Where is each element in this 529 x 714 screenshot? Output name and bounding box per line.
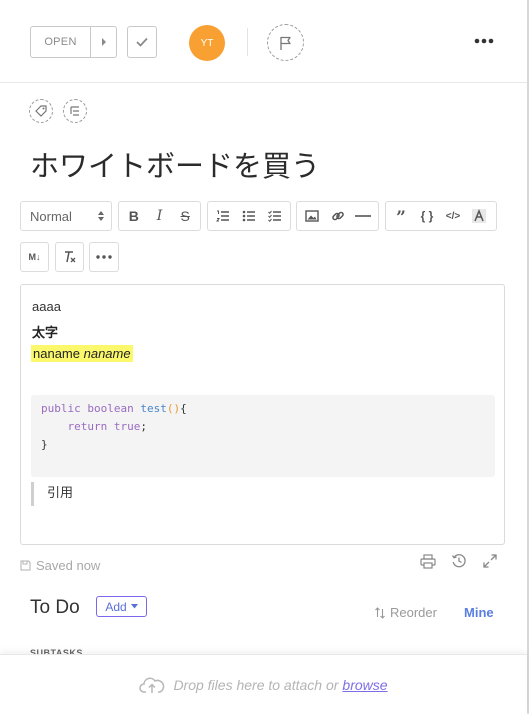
- tag-icon: [35, 105, 47, 117]
- horizontal-rule-button[interactable]: [350, 202, 376, 230]
- flag-icon: [279, 36, 291, 50]
- task-header: OPEN YT: [0, 0, 527, 83]
- image-button[interactable]: [299, 202, 325, 230]
- section-title: To Do: [30, 597, 80, 618]
- italic-button[interactable]: I: [147, 202, 173, 230]
- status-next-button[interactable]: [91, 27, 116, 57]
- code-parens: (): [166, 402, 181, 415]
- highlighted-italic-text: naname: [83, 346, 131, 361]
- code-block: public boolean test(){ return true; }: [31, 395, 495, 477]
- highlighted-line: naname naname: [31, 345, 133, 362]
- insert-group: [296, 201, 379, 231]
- code-braces-icon: { }: [420, 209, 434, 223]
- bold-button[interactable]: B: [121, 202, 147, 230]
- code-keyword: public: [41, 402, 81, 415]
- caret-down-icon: [130, 604, 138, 609]
- code-line-1: public boolean test(){: [41, 400, 485, 418]
- strikethrough-button[interactable]: S: [172, 202, 198, 230]
- code-line-2: return true;: [41, 418, 485, 436]
- task-title[interactable]: ホワイトボードを買う: [30, 143, 320, 185]
- dropzone-text: Drop files here to attach or: [173, 676, 339, 693]
- code-keyword: return: [67, 420, 108, 433]
- highlighted-text: naname: [33, 346, 80, 361]
- markdown-icon: M↓: [28, 252, 41, 262]
- more-icon: [96, 255, 112, 259]
- status-button[interactable]: OPEN: [30, 26, 117, 58]
- inline-code-button[interactable]: </>: [440, 202, 466, 230]
- list-group: [207, 201, 291, 231]
- numbered-list-button[interactable]: [210, 202, 236, 230]
- link-button[interactable]: [325, 202, 351, 230]
- markdown-button[interactable]: M↓: [20, 242, 49, 272]
- complete-button[interactable]: [127, 26, 157, 58]
- more-dots-icon: [474, 38, 494, 44]
- add-label: Add: [105, 599, 127, 614]
- code-keyword: boolean: [87, 402, 134, 415]
- bullet-list-icon: [242, 210, 255, 222]
- checklist-button[interactable]: [262, 202, 288, 230]
- clear-format-icon: [64, 251, 75, 263]
- header-divider: [247, 28, 248, 56]
- description-editor[interactable]: aaaa 太字 naname naname public boolean tes…: [20, 284, 505, 545]
- quote-icon: ”: [396, 207, 406, 228]
- paragraph-line: aaaa: [32, 299, 61, 314]
- toolbar-more-button[interactable]: [89, 242, 119, 272]
- more-options-button[interactable]: [470, 30, 498, 52]
- browse-link[interactable]: browse: [342, 677, 387, 693]
- code-line-3: }: [41, 436, 485, 454]
- cloud-upload-icon: [139, 677, 165, 693]
- expand-icon: [483, 554, 497, 568]
- blockquote: 引用: [31, 482, 73, 506]
- text-style-value: Normal: [30, 208, 72, 224]
- code-semicolon: ;: [140, 420, 147, 433]
- status-label[interactable]: OPEN: [31, 27, 91, 57]
- fullscreen-button[interactable]: [480, 551, 500, 571]
- highlight-button[interactable]: [466, 202, 492, 230]
- code-group: ” { } </>: [385, 201, 497, 231]
- format-group: B I S: [118, 201, 201, 231]
- add-dropdown-button[interactable]: Add: [96, 596, 147, 617]
- code-brace: }: [41, 438, 48, 451]
- caret-right-icon: [101, 38, 106, 46]
- print-icon: [420, 553, 436, 569]
- bold-icon: B: [128, 208, 139, 224]
- reorder-label: Reorder: [390, 605, 437, 620]
- bold-text-line: 太字: [32, 326, 59, 341]
- image-icon: [305, 210, 319, 222]
- add-tag-button[interactable]: [29, 99, 53, 123]
- add-subtask-button[interactable]: [63, 99, 87, 123]
- numbered-list-icon: [216, 210, 229, 222]
- history-button[interactable]: [449, 551, 469, 571]
- print-button[interactable]: [418, 551, 438, 571]
- text-style-select[interactable]: Normal: [20, 201, 112, 231]
- reorder-button[interactable]: Reorder: [374, 605, 437, 620]
- checklist-icon: [268, 210, 281, 222]
- assignee-avatar[interactable]: YT: [189, 25, 225, 61]
- mine-filter-button[interactable]: Mine: [464, 605, 494, 620]
- save-status-text: Saved now: [36, 558, 101, 573]
- divider-icon: [355, 215, 372, 217]
- updown-icon: [98, 211, 104, 221]
- quote-button[interactable]: ”: [388, 202, 414, 230]
- history-icon: [451, 554, 466, 568]
- file-dropzone[interactable]: Drop files here to attach or browse: [0, 654, 527, 714]
- clear-format-button[interactable]: [55, 242, 84, 272]
- priority-button[interactable]: [267, 24, 304, 61]
- bullet-list-button[interactable]: [236, 202, 262, 230]
- check-icon: [136, 37, 148, 47]
- code-function: test: [140, 402, 167, 415]
- code-block-button[interactable]: { }: [414, 202, 440, 230]
- highlight-icon: [472, 209, 486, 223]
- floppy-icon: [20, 560, 31, 571]
- subtask-icon: [70, 106, 79, 116]
- code-inline-icon: </>: [445, 210, 461, 222]
- save-status: Saved now: [20, 558, 100, 573]
- strikethrough-icon: S: [180, 208, 190, 224]
- code-keyword: true: [113, 420, 141, 433]
- code-brace: {: [180, 402, 187, 415]
- link-icon: [331, 211, 344, 221]
- sort-arrows-icon: [375, 606, 385, 619]
- italic-icon: I: [156, 208, 163, 224]
